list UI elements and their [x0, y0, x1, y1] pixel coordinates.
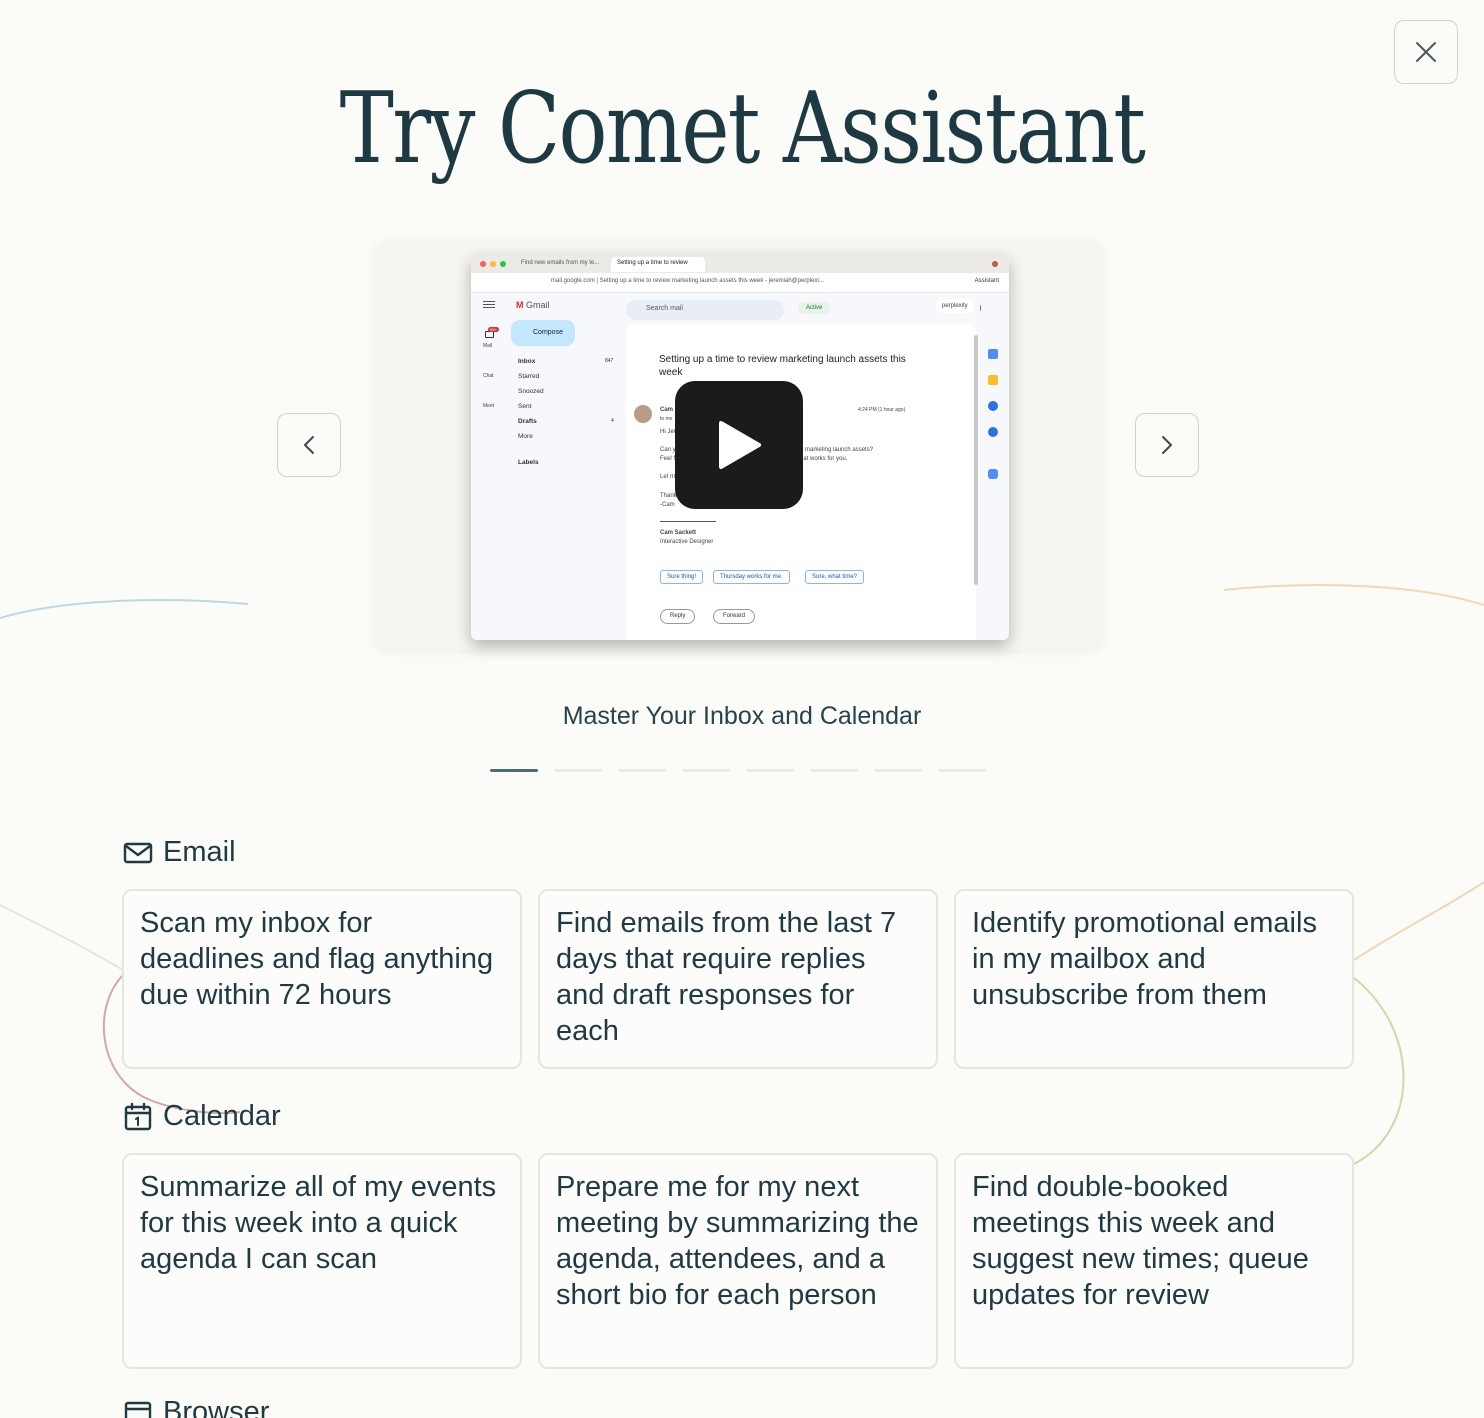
carousel-dot-4[interactable] [682, 769, 730, 772]
video-caption: Master Your Inbox and Calendar [562, 702, 922, 730]
gmail-rail: 99+ Mail Chat Meet [471, 293, 506, 640]
carousel-dot-1[interactable] [490, 769, 538, 772]
play-icon [719, 421, 761, 469]
prompt-card[interactable]: Find double-booked meetings this week an… [954, 1153, 1354, 1369]
prompt-card[interactable]: Identify promotional emails in my mailbo… [954, 889, 1354, 1069]
section-title-browser: Browser [163, 1396, 270, 1418]
carousel-prev-button[interactable] [277, 413, 341, 477]
play-button[interactable] [675, 381, 803, 509]
mail-subject: Setting up a time to review marketing la… [659, 354, 906, 378]
assistant-tab: Assistant [974, 278, 999, 284]
section-title-email: Email [163, 836, 236, 868]
browser-urlbar: mail.google.com | Setting up a time to r… [471, 273, 1009, 293]
section-heading-calendar: Calendar [123, 1100, 281, 1133]
gmail-logo: M Gmail [516, 300, 550, 310]
carousel-next-button[interactable] [1135, 413, 1199, 477]
prompt-card[interactable]: Find emails from the last 7 days that re… [538, 889, 938, 1069]
compose-chip: Compose [511, 320, 575, 346]
carousel-dot-3[interactable] [618, 769, 666, 772]
prompt-card[interactable]: Prepare me for my next meeting by summar… [538, 1153, 938, 1369]
calendar-icon [124, 1102, 152, 1130]
chevron-right-icon [1162, 436, 1172, 454]
gmail-nav: M Gmail Compose Inbox 847 Starred Snooze… [506, 293, 626, 640]
section-title-calendar: Calendar [163, 1100, 281, 1132]
section-heading-email: Email [123, 836, 236, 869]
chevron-left-icon [304, 436, 314, 454]
browser-tab: Find new emails from my te... [521, 260, 600, 266]
section-heading-browser: Browser [123, 1396, 269, 1418]
search-mail-field: Search mail [626, 300, 784, 320]
browser-tabbar: Find new emails from my te... Setting up… [471, 255, 1009, 273]
close-button[interactable] [1394, 20, 1458, 84]
carousel-dot-7[interactable] [874, 769, 922, 772]
carousel-dot-6[interactable] [810, 769, 858, 772]
close-icon [1416, 42, 1436, 62]
gmail-side-panel [981, 293, 1009, 640]
mail-icon [123, 842, 153, 863]
url-text: mail.google.com | Setting up a time to r… [551, 278, 824, 284]
prompt-card[interactable]: Summarize all of my events for this week… [122, 1153, 522, 1369]
prompt-card[interactable]: Scan my inbox for deadlines and flag any… [122, 889, 522, 1069]
video-card[interactable]: Find new emails from my te... Setting up… [373, 240, 1103, 650]
carousel-dot-5[interactable] [746, 769, 794, 772]
carousel-dot-8[interactable] [938, 769, 986, 772]
carousel-dot-2[interactable] [554, 769, 602, 772]
page-title: Try Comet Assistant [339, 72, 1146, 186]
browser-icon [124, 1401, 152, 1418]
browser-tab-active: Setting up a time to review [611, 257, 705, 272]
carousel-pagination [490, 769, 986, 772]
